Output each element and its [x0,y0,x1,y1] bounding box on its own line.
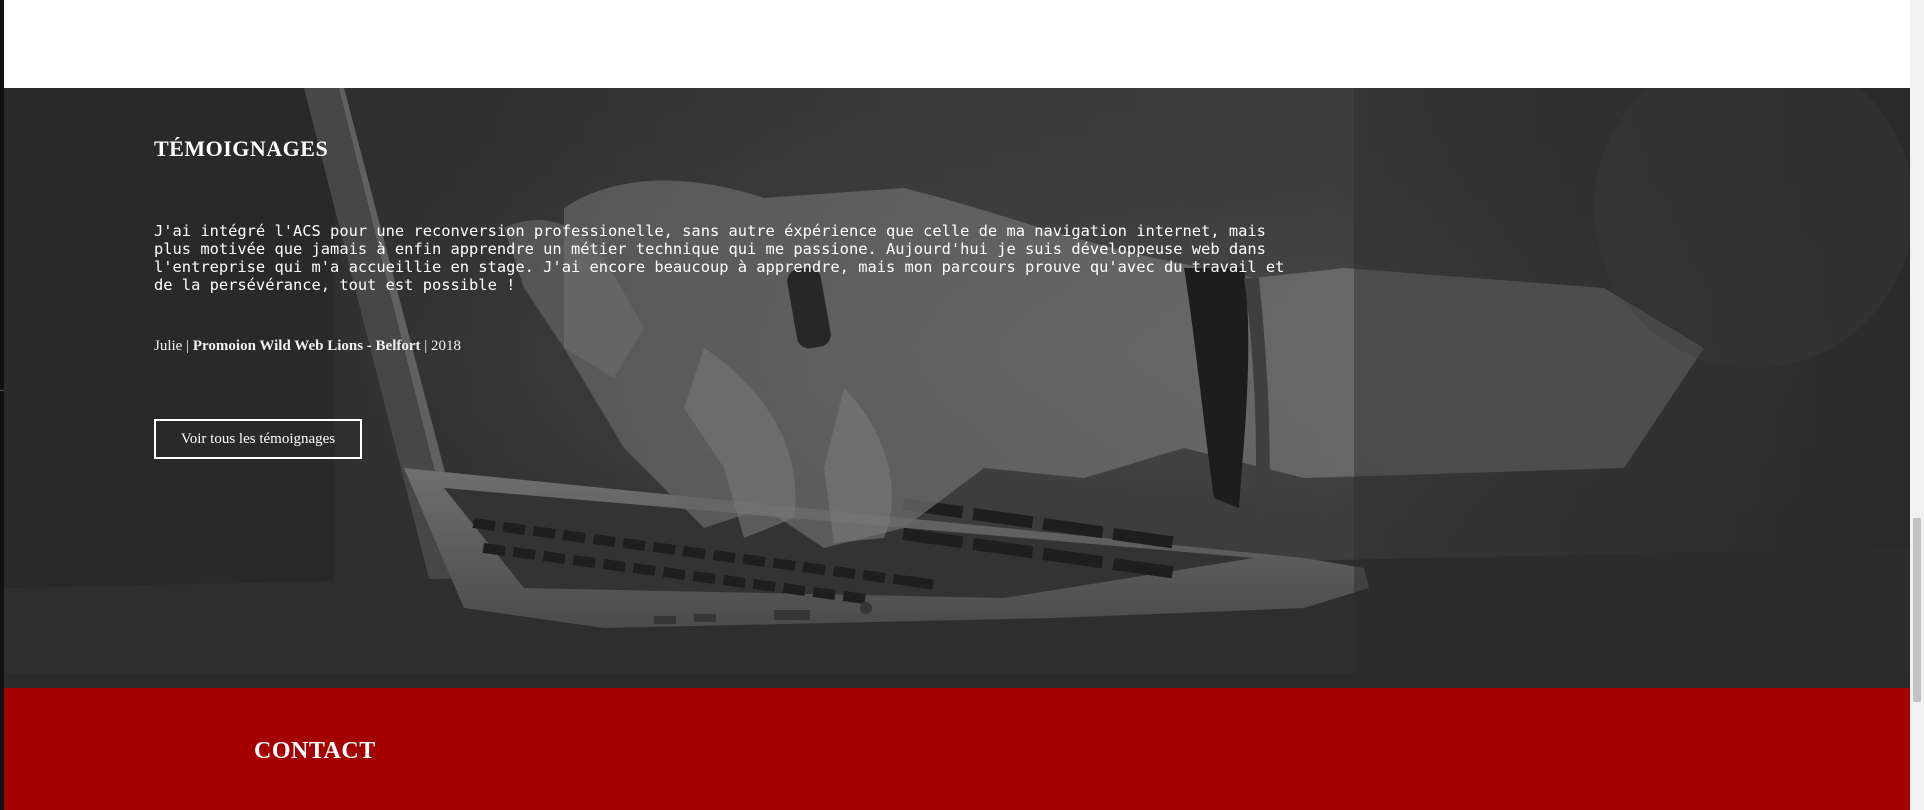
testimonial-author: Julie | Promoion Wild Web Lions - Belfor… [154,338,461,355]
author-separator-2: | [420,338,432,354]
contact-title: CONTACT [254,738,376,764]
dark-overlay [4,88,1910,674]
scrollbar-thumb[interactable] [1913,518,1921,702]
testimonials-section: TÉMOIGNAGES J'ai intégré l'ACS pour une … [4,88,1910,674]
testimonial-quote: J'ai intégré l'ACS pour une reconversion… [154,222,1285,294]
author-separator-1: | [182,338,193,354]
author-name: Julie [154,338,183,354]
page: TÉMOIGNAGES J'ai intégré l'ACS pour une … [0,0,1924,810]
author-promotion: Promoion Wild Web Lions - Belfort [192,338,421,354]
see-all-testimonials-button[interactable]: Voir tous les témoignages [154,419,362,459]
contact-section: CONTACT [4,688,1910,810]
testimonials-title: TÉMOIGNAGES [154,136,329,161]
author-year: 2018 [431,338,462,354]
section-divider [4,674,1910,688]
page-scrollbar[interactable] [1910,0,1924,810]
previous-section-bottom [4,0,1910,88]
